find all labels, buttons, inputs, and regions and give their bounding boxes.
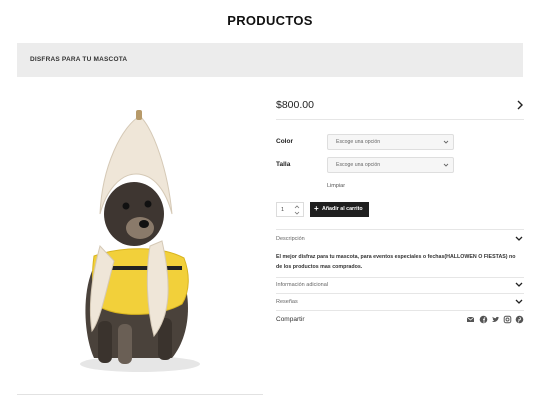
image-shadow [80, 356, 200, 372]
quantity-value: 1 [281, 207, 285, 213]
size-select[interactable]: Escoge una opción [327, 157, 454, 173]
product-description: El mejor disfraz para tu mascota, para e… [276, 254, 516, 270]
facebook-icon[interactable] [479, 315, 488, 324]
color-select[interactable]: Escoge una opción [327, 134, 454, 150]
tab-additional-info[interactable]: Información adicional [276, 282, 328, 288]
chevron-down-icon[interactable] [515, 282, 523, 288]
plus-icon: + [314, 204, 319, 213]
banner-label: DISFRAS PARA TU MASCOTA [30, 56, 128, 63]
image-divider [17, 394, 263, 395]
size-label: Talla [276, 161, 291, 168]
divider [276, 119, 524, 120]
banana-stem [136, 110, 142, 120]
dog-leg [98, 321, 112, 363]
dog-leg [118, 324, 132, 364]
divider [276, 277, 524, 278]
divider [276, 229, 524, 230]
page-title: PRODUCTOS [227, 13, 313, 28]
tab-reviews[interactable]: Reseñas [276, 299, 298, 305]
tab-description[interactable]: Descripción [276, 236, 305, 242]
email-icon[interactable] [466, 315, 475, 324]
add-to-cart-button[interactable]: + Añadir al carrito [310, 202, 369, 217]
stepper-arrows-icon[interactable] [294, 204, 300, 216]
color-select-value: Escoge una opción [336, 139, 381, 145]
add-to-cart-label: Añadir al carrito [322, 206, 363, 212]
next-product-icon[interactable] [516, 100, 524, 110]
chevron-down-icon [443, 163, 449, 167]
pinterest-icon[interactable] [515, 315, 524, 324]
shirt-strap [102, 266, 182, 270]
chevron-down-icon[interactable] [515, 299, 523, 305]
clear-link[interactable]: Limpiar [327, 183, 345, 189]
share-label: Compartir [276, 316, 305, 323]
product-image[interactable] [22, 96, 262, 392]
instagram-icon[interactable] [503, 315, 512, 324]
dog-eye [122, 202, 130, 210]
dog-nose [139, 220, 149, 228]
divider [276, 293, 524, 294]
divider [276, 310, 524, 311]
twitter-icon[interactable] [491, 315, 500, 324]
size-select-value: Escoge una opción [336, 162, 381, 168]
chevron-down-icon [443, 140, 449, 144]
dog-eye [144, 200, 152, 208]
dog-muzzle [126, 217, 154, 239]
category-banner: DISFRAS PARA TU MASCOTA [17, 43, 523, 77]
quantity-stepper[interactable]: 1 [276, 202, 304, 217]
product-price: $800.00 [276, 99, 314, 111]
chevron-down-icon[interactable] [515, 236, 523, 242]
color-label: Color [276, 138, 293, 145]
